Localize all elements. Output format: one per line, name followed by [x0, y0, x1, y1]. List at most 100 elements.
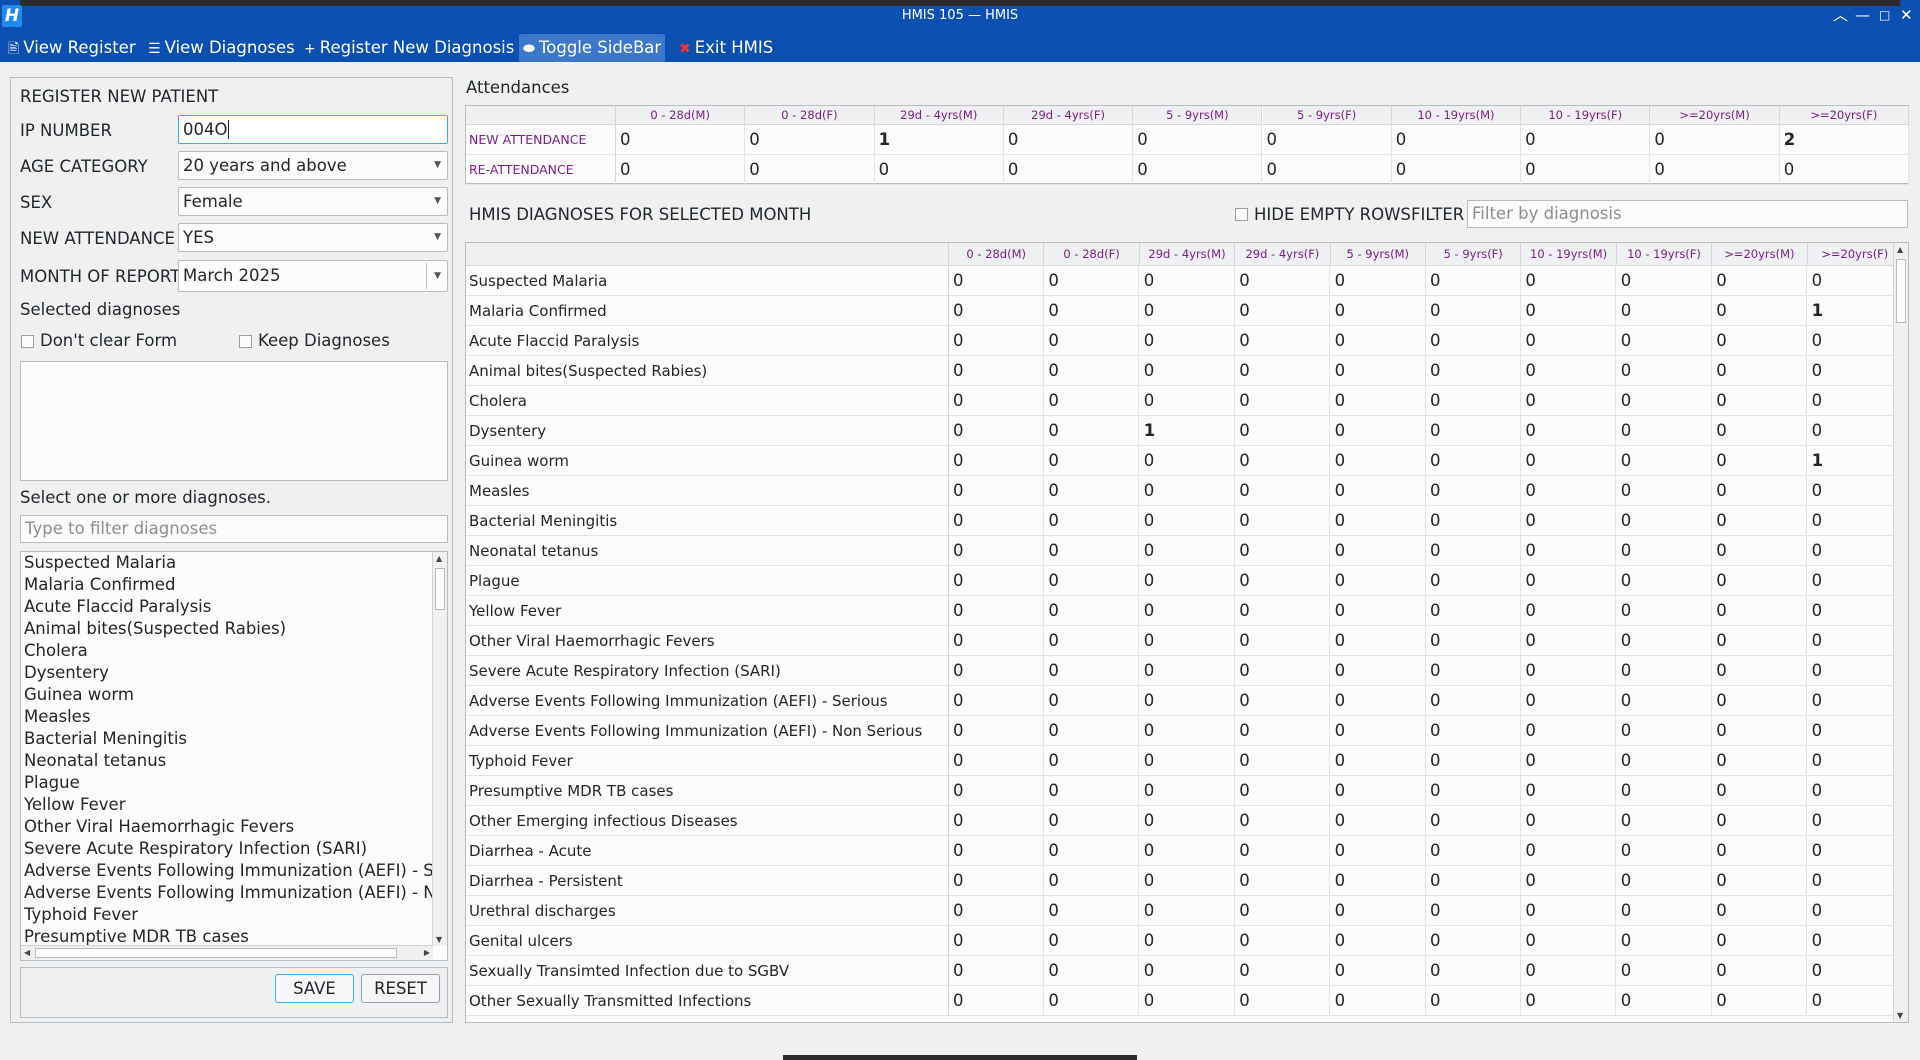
- table-cell[interactable]: 0: [1712, 506, 1808, 536]
- table-cell[interactable]: 0: [1044, 566, 1140, 596]
- table-cell[interactable]: 0: [1139, 506, 1235, 536]
- table-cell[interactable]: 1: [1807, 446, 1903, 476]
- table-cell[interactable]: 0: [1330, 506, 1426, 536]
- table-cell[interactable]: 0: [1391, 155, 1522, 185]
- table-cell[interactable]: 0: [1235, 446, 1331, 476]
- table-cell[interactable]: 0: [1521, 596, 1617, 626]
- table-cell[interactable]: 0: [1712, 836, 1808, 866]
- table-cell[interactable]: 0: [1712, 356, 1808, 386]
- table-cell[interactable]: 0: [1712, 716, 1808, 746]
- table-cell[interactable]: 0: [1807, 806, 1903, 836]
- table-cell[interactable]: 0: [1616, 356, 1712, 386]
- table-cell[interactable]: 0: [1616, 446, 1712, 476]
- save-button[interactable]: SAVE: [275, 974, 354, 1003]
- menu-register-new-diagnosis[interactable]: + Register New Diagnosis: [300, 34, 518, 62]
- table-cell[interactable]: 0: [949, 986, 1044, 1016]
- table-cell[interactable]: 0: [1330, 596, 1426, 626]
- table-cell[interactable]: 0: [1521, 926, 1617, 956]
- table-cell[interactable]: 0: [1616, 866, 1712, 896]
- table-cell[interactable]: 0: [1521, 536, 1617, 566]
- table-cell[interactable]: 0: [1139, 296, 1235, 326]
- scroll-down-icon[interactable]: ▼: [1897, 1011, 1903, 1020]
- table-cell[interactable]: 0: [1330, 926, 1426, 956]
- menu-view-diagnoses[interactable]: ☰ View Diagnoses: [144, 34, 299, 62]
- table-cell[interactable]: 0: [949, 476, 1044, 506]
- table-cell[interactable]: 0: [1712, 596, 1808, 626]
- table-cell[interactable]: 0: [1262, 125, 1392, 155]
- ip-number-input[interactable]: 004O: [178, 115, 448, 144]
- table-cell[interactable]: 0: [1712, 566, 1808, 596]
- scroll-up-icon[interactable]: ▲: [1897, 245, 1903, 254]
- table-cell[interactable]: 0: [1426, 626, 1521, 656]
- list-item[interactable]: Severe Acute Respiratory Infection (SARI…: [21, 838, 447, 860]
- table-cell[interactable]: 0: [1521, 476, 1617, 506]
- keep-diagnoses-checkbox[interactable]: [239, 335, 252, 348]
- table-cell[interactable]: 0: [1235, 926, 1331, 956]
- table-cell[interactable]: 0: [949, 536, 1044, 566]
- sex-select[interactable]: Female ▼: [178, 187, 448, 216]
- table-cell[interactable]: 0: [1807, 716, 1903, 746]
- table-cell[interactable]: 0: [1330, 626, 1426, 656]
- table-cell[interactable]: 0: [1426, 746, 1521, 776]
- table-cell[interactable]: 0: [1712, 446, 1808, 476]
- table-cell[interactable]: 0: [1779, 155, 1909, 185]
- table-cell[interactable]: 0: [1426, 416, 1521, 446]
- table-cell[interactable]: 0: [1426, 356, 1521, 386]
- table-cell[interactable]: 0: [1616, 956, 1712, 986]
- table-cell[interactable]: 0: [1426, 686, 1521, 716]
- table-cell[interactable]: 0: [1712, 986, 1808, 1016]
- table-cell[interactable]: 0: [1044, 506, 1140, 536]
- diagnoses-listbox[interactable]: Suspected Malaria Malaria Confirmed Acute …: [20, 551, 448, 961]
- table-cell[interactable]: 0: [616, 155, 746, 185]
- table-cell[interactable]: 0: [1426, 656, 1521, 686]
- table-cell[interactable]: 0: [1235, 566, 1331, 596]
- table-cell[interactable]: 0: [1426, 836, 1521, 866]
- table-cell[interactable]: 0: [1712, 776, 1808, 806]
- table-cell[interactable]: 0: [1426, 536, 1521, 566]
- table-cell[interactable]: 0: [1044, 776, 1140, 806]
- table-cell[interactable]: 0: [1330, 566, 1426, 596]
- table-cell[interactable]: 0: [745, 155, 875, 185]
- table-cell[interactable]: 0: [1807, 686, 1903, 716]
- table-cell[interactable]: 0: [1712, 266, 1808, 296]
- table-cell[interactable]: 0: [1330, 806, 1426, 836]
- table-cell[interactable]: 0: [1616, 506, 1712, 536]
- table-cell[interactable]: 0: [1807, 626, 1903, 656]
- list-item[interactable]: Malaria Confirmed: [21, 574, 447, 596]
- list-item[interactable]: Guinea worm: [21, 684, 447, 706]
- table-cell[interactable]: 0: [1650, 155, 1780, 185]
- table-cell[interactable]: 0: [1712, 806, 1808, 836]
- list-vertical-scrollbar[interactable]: ▲ ▼: [432, 552, 447, 946]
- table-cell[interactable]: 0: [1712, 746, 1808, 776]
- table-cell[interactable]: 0: [1330, 326, 1426, 356]
- table-cell[interactable]: 0: [1044, 626, 1140, 656]
- table-cell[interactable]: 0: [1521, 296, 1617, 326]
- table-cell[interactable]: 0: [1521, 656, 1617, 686]
- table-cell[interactable]: 0: [1712, 656, 1808, 686]
- table-cell[interactable]: 0: [616, 125, 746, 155]
- table-cell[interactable]: 0: [1330, 836, 1426, 866]
- list-item[interactable]: Suspected Malaria: [21, 552, 447, 574]
- table-cell[interactable]: 0: [1044, 596, 1140, 626]
- table-cell[interactable]: 0: [1426, 566, 1521, 596]
- table-cell[interactable]: 0: [1712, 296, 1808, 326]
- scroll-down-icon[interactable]: ▼: [436, 935, 442, 944]
- table-cell[interactable]: 0: [1616, 296, 1712, 326]
- table-cell[interactable]: 0: [1521, 566, 1617, 596]
- table-cell[interactable]: 0: [1426, 596, 1521, 626]
- table-cell[interactable]: 2: [1779, 125, 1909, 155]
- table-cell[interactable]: 0: [1521, 806, 1617, 836]
- list-item[interactable]: Adverse Events Following Immunization (A…: [21, 882, 447, 904]
- table-cell[interactable]: 0: [1521, 155, 1651, 185]
- scroll-left-icon[interactable]: ◀: [24, 948, 30, 957]
- table-cell[interactable]: 0: [1521, 266, 1617, 296]
- table-cell[interactable]: 0: [1235, 356, 1331, 386]
- close-window-icon[interactable]: ✕: [1900, 7, 1913, 23]
- table-cell[interactable]: 0: [949, 296, 1044, 326]
- table-cell[interactable]: 0: [1616, 746, 1712, 776]
- table-cell[interactable]: 0: [949, 926, 1044, 956]
- diagnosis-filter-input[interactable]: Type to filter diagnoses: [20, 515, 448, 543]
- table-cell[interactable]: 0: [1521, 416, 1617, 446]
- table-cell[interactable]: 0: [1521, 506, 1617, 536]
- table-cell[interactable]: 0: [1330, 446, 1426, 476]
